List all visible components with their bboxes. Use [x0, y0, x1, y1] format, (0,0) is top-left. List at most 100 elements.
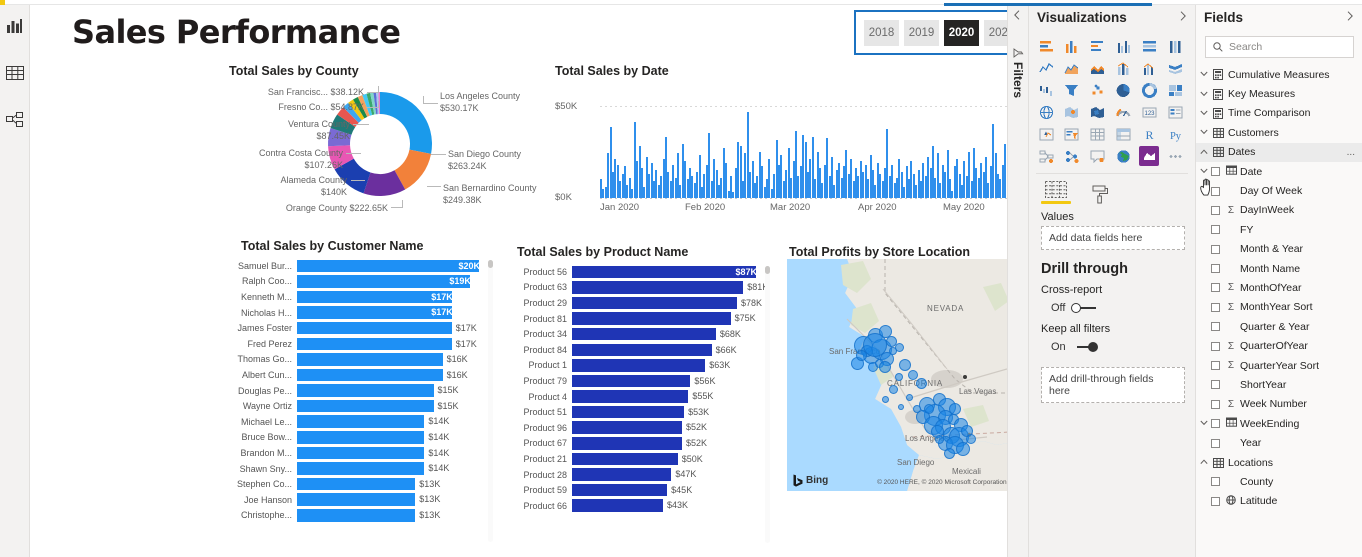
bar[interactable] — [297, 259, 479, 273]
total-sales-by-product-name-chart[interactable]: Product 56 $87K Product 63 $81K Product 29 $7… — [512, 264, 770, 549]
bar-row[interactable]: Stephen Co... $13K — [235, 476, 483, 492]
field-checkbox[interactable] — [1211, 283, 1220, 293]
bar-row[interactable]: Product 21 $50K — [512, 451, 760, 467]
bar-row[interactable]: Product 4 $55K — [512, 389, 760, 405]
customer-chart-scrollbar[interactable] — [488, 260, 493, 542]
year-slicer-option-2020[interactable]: 2020 — [944, 19, 979, 46]
bar-row[interactable]: Douglas Pe... $15K — [235, 383, 483, 399]
stacked-column-chart-icon[interactable] — [1062, 36, 1082, 56]
bar-row[interactable]: Ralph Coo... $19K — [235, 274, 483, 290]
clustered-bar-chart-icon[interactable] — [1088, 36, 1108, 56]
field-expand-chevron[interactable] — [1196, 167, 1211, 176]
fields-table-customers[interactable]: Customers — [1196, 123, 1362, 142]
field-checkbox[interactable] — [1211, 322, 1220, 332]
field-checkbox[interactable] — [1211, 205, 1220, 215]
map-bubble[interactable] — [899, 359, 911, 371]
field-item-quarterofyear[interactable]: Σ QuarterOfYear — [1196, 336, 1362, 355]
fields-tab[interactable] — [1041, 181, 1071, 204]
stacked-area-chart-icon[interactable] — [1088, 58, 1108, 78]
field-checkbox[interactable] — [1211, 477, 1220, 487]
pie-chart-icon[interactable] — [1114, 80, 1134, 100]
map-bubble[interactable] — [888, 384, 898, 394]
python-visual-icon[interactable]: Py — [1165, 124, 1185, 144]
bar-row[interactable]: Christophe... $13K — [235, 508, 483, 524]
field-item-monthyear-sort[interactable]: Σ MonthYear Sort — [1196, 298, 1362, 317]
area-chart-icon[interactable] — [1062, 58, 1082, 78]
bar[interactable] — [297, 477, 416, 491]
field-item-monthofyear[interactable]: Σ MonthOfYear — [1196, 278, 1362, 297]
bar[interactable] — [297, 509, 416, 522]
r-script-visual-icon[interactable]: R — [1139, 124, 1159, 144]
bar[interactable] — [297, 275, 470, 288]
field-expand-chevron[interactable] — [1196, 419, 1211, 428]
rail-item-model-view[interactable] — [3, 108, 27, 132]
bar[interactable] — [297, 415, 425, 428]
year-slicer-option-2021[interactable]: 2021 — [984, 19, 1007, 46]
bar[interactable] — [572, 390, 689, 403]
field-item-year[interactable]: Year — [1196, 433, 1362, 452]
bar-row[interactable]: Product 63 $81K — [512, 280, 768, 296]
field-item-county[interactable]: County — [1196, 472, 1362, 491]
bar[interactable] — [572, 437, 682, 450]
bar-row[interactable]: Product 59 $45K — [512, 482, 760, 498]
table-more-options[interactable]: ... — [1347, 147, 1362, 158]
bar-row[interactable]: Fred Perez $17K — [235, 336, 483, 352]
map-bubble[interactable] — [908, 370, 918, 380]
field-item-fy[interactable]: FY — [1196, 220, 1362, 239]
rail-item-report-view[interactable] — [3, 14, 27, 38]
total-sales-by-county-chart[interactable]: Los Angeles County $530.17K San Diego Cou… — [215, 60, 545, 225]
field-checkbox[interactable] — [1211, 380, 1220, 390]
line-clustered-column-chart-icon[interactable] — [1139, 58, 1159, 78]
field-item-date[interactable]: Date — [1196, 162, 1362, 181]
year-slicer-option-2019[interactable]: 2019 — [904, 19, 939, 46]
field-checkbox[interactable] — [1211, 419, 1220, 429]
bar[interactable] — [297, 321, 452, 335]
bar[interactable] — [572, 374, 691, 388]
bar-row[interactable]: Bruce Bow... $14K — [235, 430, 483, 446]
100-stacked-column-chart-icon[interactable] — [1165, 36, 1185, 56]
donut-slice[interactable] — [380, 92, 432, 154]
fields-table-locations[interactable]: Locations — [1196, 453, 1362, 472]
bar[interactable] — [297, 493, 416, 506]
bar[interactable] — [572, 499, 663, 512]
map-bubble[interactable] — [863, 333, 887, 357]
more-options-icon[interactable] — [1165, 146, 1185, 166]
bar-row[interactable]: James Foster $17K — [235, 320, 483, 336]
bar[interactable] — [297, 399, 434, 413]
field-checkbox[interactable] — [1211, 438, 1220, 448]
fields-expand-chevron[interactable] — [1346, 10, 1354, 24]
bar[interactable] — [572, 405, 685, 419]
field-item-day-of-week[interactable]: Day Of Week — [1196, 181, 1362, 200]
field-checkbox[interactable] — [1211, 361, 1220, 371]
bar[interactable] — [572, 327, 716, 341]
bar-row[interactable]: Albert Cun... $16K — [235, 367, 483, 383]
bar[interactable] — [297, 306, 452, 319]
fields-table-time-comparison[interactable]: Time Comparison — [1196, 104, 1362, 123]
field-item-latitude[interactable]: Latitude — [1196, 492, 1362, 511]
field-checkbox[interactable] — [1211, 341, 1220, 351]
table-icon[interactable] — [1088, 124, 1108, 144]
fields-search-box[interactable]: Search — [1205, 36, 1354, 58]
bar[interactable] — [572, 312, 731, 325]
bar[interactable] — [572, 483, 668, 497]
bar-row[interactable]: Product 1 $63K — [512, 358, 760, 374]
bar[interactable] — [572, 359, 706, 372]
format-tab[interactable] — [1087, 185, 1113, 204]
year-slicer-option-2018[interactable]: 2018 — [864, 19, 899, 46]
field-item-quarter-year[interactable]: Quarter & Year — [1196, 317, 1362, 336]
table-expand-chevron[interactable] — [1196, 128, 1211, 137]
map-bubble[interactable] — [879, 361, 891, 373]
field-item-month-year[interactable]: Month & Year — [1196, 240, 1362, 259]
bar[interactable] — [572, 421, 682, 434]
bar-row[interactable]: Product 67 $52K — [512, 436, 760, 452]
bar-row[interactable]: Joe Hanson $13K — [235, 492, 483, 508]
rail-item-data-view[interactable] — [3, 61, 27, 85]
bar[interactable] — [572, 343, 712, 357]
azure-map-icon[interactable] — [1139, 146, 1160, 166]
bar-row[interactable]: Samuel Bur... $20K — [235, 258, 483, 274]
bar-row[interactable]: Nicholas H... $17K — [235, 305, 483, 321]
bar[interactable] — [297, 431, 425, 444]
filters-collapse-chevron[interactable] — [1013, 10, 1021, 23]
field-item-shortyear[interactable]: ShortYear — [1196, 375, 1362, 394]
map-bubble[interactable] — [913, 405, 921, 413]
